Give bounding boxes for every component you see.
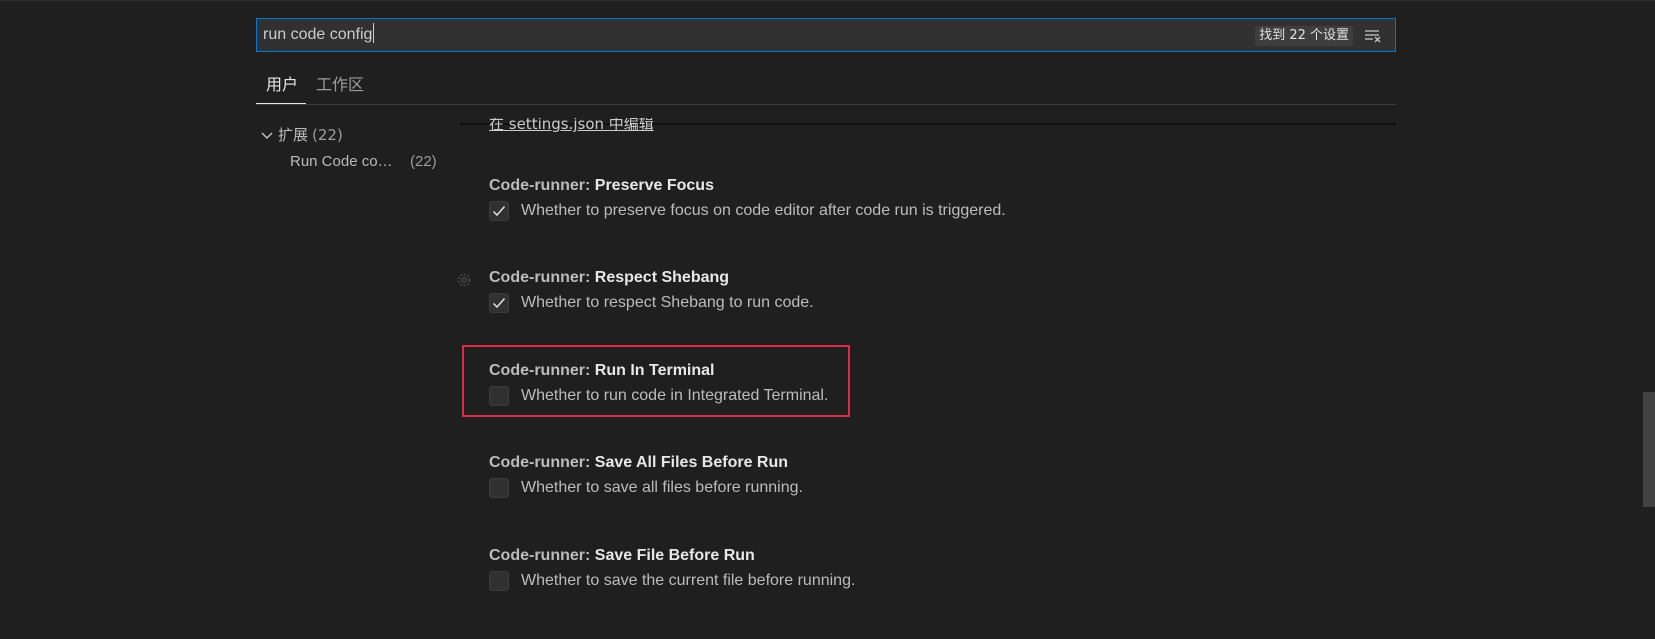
setting-category: Code-runner: [489,547,595,564]
setting-category: Code-runner: [489,177,595,194]
top-separator [0,0,1655,1]
setting-name: Save File Before Run [594,547,755,564]
checkmark-icon [492,206,506,217]
tab-workspace-label: 工作区 [316,75,365,94]
setting-description: Whether to save all files before running… [521,479,803,496]
tabs-divider [256,104,1396,105]
setting-category: Code-runner: [489,362,595,379]
setting-respect-shebang: Code-runner: Respect Shebang Whether to … [489,267,1369,314]
save-file-checkbox[interactable] [489,571,509,591]
tab-user-label: 用户 [266,75,299,94]
setting-name: Run In Terminal [594,362,715,379]
toc-item-count: (22) [410,153,437,170]
setting-title: Code-runner: Preserve Focus [489,175,1369,197]
setting-title: Code-runner: Respect Shebang [489,267,1369,289]
toc-group-extensions[interactable]: 扩展 (22) [260,124,343,146]
setting-category: Code-runner: [489,454,595,471]
setting-title: Code-runner: Run In Terminal [489,360,1369,382]
setting-save-file-before-run: Code-runner: Save File Before Run Whethe… [489,545,1369,592]
edit-in-settings-json-link[interactable]: 在 settings.json 中编辑 [489,118,654,132]
scrollbar-thumb[interactable] [1643,392,1655,507]
setting-save-all-files-before-run: Code-runner: Save All Files Before Run W… [489,452,1369,499]
save-all-files-checkbox[interactable] [489,478,509,498]
vertical-scrollbar[interactable] [1643,0,1655,639]
toc-item-label: Run Code co… [290,153,393,170]
setting-name: Respect Shebang [594,269,730,286]
tab-workspace[interactable]: 工作区 [316,70,364,102]
toc-group-count: (22) [312,126,343,144]
text-caret [373,23,375,44]
setting-name: Preserve Focus [594,177,714,194]
search-input[interactable]: run code config [263,19,375,51]
setting-name: Save All Files Before Run [594,454,789,471]
toc-item-run-code[interactable]: Run Code co… [290,151,393,173]
search-input-value: run code config [263,26,373,43]
clear-filter-icon[interactable] [1363,26,1383,46]
toc-group-label: 扩展 [278,126,309,144]
setting-category: Code-runner: [489,269,595,286]
settings-tabs: 用户 工作区 [256,70,1396,105]
run-in-terminal-checkbox[interactable] [489,386,509,406]
setting-title: Code-runner: Save All Files Before Run [489,452,1369,474]
gear-icon[interactable] [455,271,473,289]
setting-run-in-terminal: Code-runner: Run In Terminal Whether to … [489,360,1369,407]
checkmark-icon [492,298,506,309]
preserve-focus-checkbox[interactable] [489,201,509,221]
setting-description: Whether to preserve focus on code editor… [521,202,1006,219]
setting-title: Code-runner: Save File Before Run [489,545,1369,567]
chevron-down-icon [261,132,273,139]
setting-description: Whether to respect Shebang to run code. [521,294,814,311]
setting-description: Whether to save the current file before … [521,572,856,589]
setting-preserve-focus: Code-runner: Preserve Focus Whether to p… [489,175,1369,222]
setting-description: Whether to run code in Integrated Termin… [521,387,829,404]
tab-user[interactable]: 用户 [266,70,298,102]
respect-shebang-checkbox[interactable] [489,293,509,313]
settings-search-box[interactable]: run code config 找到 22 个设置 [256,18,1396,52]
result-count-badge: 找到 22 个设置 [1255,26,1353,46]
